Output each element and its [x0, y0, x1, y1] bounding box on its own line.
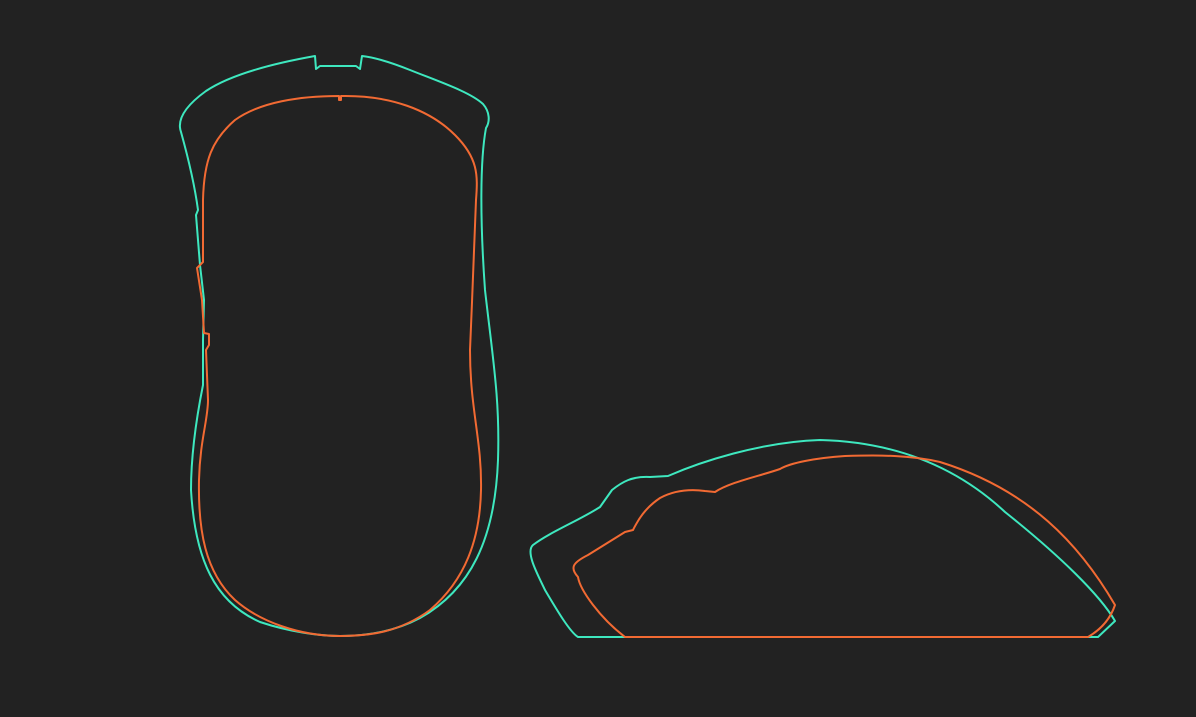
top-view-outline-b	[196, 94, 483, 637]
top-view	[178, 55, 500, 637]
side-view-outline-a	[529, 439, 1116, 638]
top-view-outline-a	[178, 55, 500, 637]
mouse-shape-comparison-diagram	[178, 55, 1116, 638]
side-view-outline-b	[572, 454, 1116, 638]
side-view	[529, 439, 1116, 638]
